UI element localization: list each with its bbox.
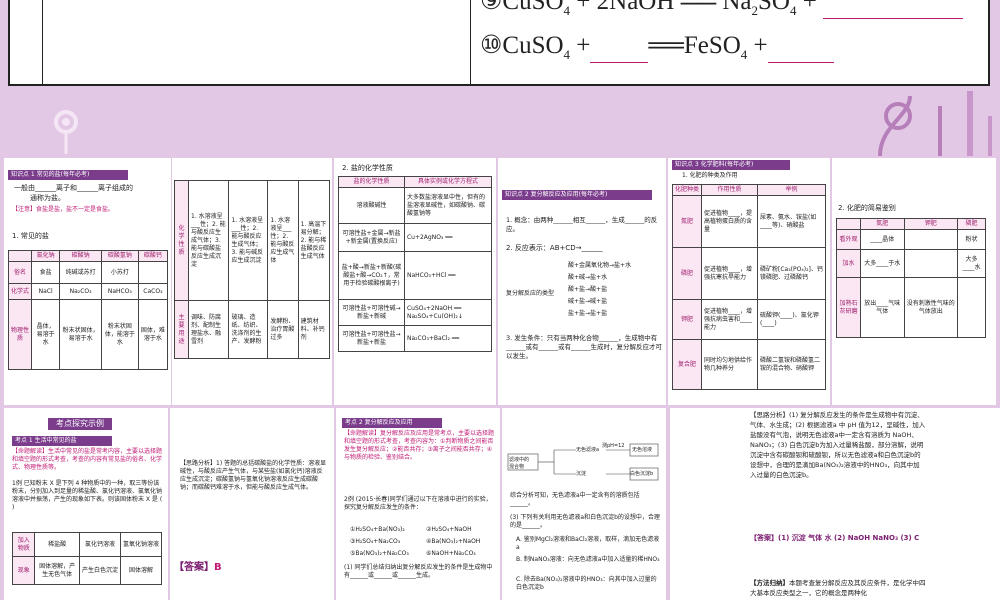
analysis-text: 【思路分析】(1) 复分解反应发生的条件是生成物中有沉淀、气体、水生成；(2) … — [750, 411, 926, 479]
table-title: 1. 化肥的种类及作用 — [682, 172, 738, 179]
slide-fertilizer-identification[interactable]: 2. 化肥的简易鉴别 氮肥 钾肥 磷肥 看外观 ____晶体 粉状 加水 大多____于水… — [832, 158, 996, 405]
types-label: 复分解反应的类型 — [506, 290, 555, 297]
reaction-item: ①H₂SO₄+Ba(NO₃)₂ — [350, 526, 405, 533]
definition-text: 一般由______离子和______离子组成的 — [14, 184, 133, 192]
identification-table: 氮肥 钾肥 磷肥 看外观 ____晶体 粉状 加水 大多____于水 大多____水 加熟石… — [836, 218, 986, 338]
example-table: 加入物质 稀盐酸 氯化钙溶液 氢氧化钠溶液 现象 固体溶解，产生无色气体 产生白色沉淀 固体… — [11, 532, 163, 585]
type-item: 盐+盐→盐+盐 — [568, 310, 608, 317]
reaction-item: ⑥NaOH+Na₂CO₃ — [426, 550, 476, 557]
table-title: 2. 化肥的简易鉴别 — [838, 204, 896, 212]
flow-node: 沉淀 — [576, 471, 587, 477]
table-title: 2. 盐的化学性质 — [342, 164, 393, 172]
slide-exam-example-2[interactable]: 考点 2 复分解反应及应用 【命题解读】复分解反应及应用是常考点，主要以选择题和… — [336, 408, 500, 600]
slide-analysis-2[interactable]: 【思路分析】(1) 复分解反应发生的条件是生成物中有沉淀、气体、水生成；(2) … — [670, 408, 1000, 600]
equation-9: ⑨CuSO4 + 2NaOH ══ Na2SO4 + — [480, 0, 964, 19]
flow-node: 无色滤液a — [576, 447, 600, 453]
banner-title: 考点探究示例 — [48, 418, 112, 430]
slide-salt-chemistry[interactable]: 2. 盐的化学性质 盐的化学性质 具体实例或化学方程式 溶液酸碱性 大多数盐溶液显中… — [334, 158, 496, 405]
condition-text: 3. 发生条件：只有当两种化合物______，生成物中有______或有____… — [506, 334, 662, 360]
decorative-flower-icon — [54, 110, 78, 154]
table-divider — [470, 0, 471, 86]
slide-exam-example-1[interactable]: 考点探究示例 考点 1 生活中常见的盐 【命题解读】生活中常见的盐是常考内容，主… — [4, 408, 168, 600]
salt-chemistry-table: 盐的化学性质 具体实例或化学方程式 溶液酸碱性 大多数盐溶液显中性，但有的盐溶液显碱… — [338, 176, 493, 352]
type-item: 酸+金属氧化物→盐+水 — [568, 262, 632, 269]
option-b: B. 制NaNO₃溶液：向无色滤液a中加入适量的稀HNO₃ — [516, 556, 660, 563]
decorative-vine-icon — [878, 91, 992, 156]
example-question: 2例 (2015·长春)同学们通过以下在溶液中进行的实验，探究复分解反应发生的条… — [344, 496, 492, 511]
answer-blank[interactable] — [590, 39, 649, 63]
question-text: (3) 下列有关利用无色滤液a和白色沉淀b的设想中，合理的是______。 — [510, 514, 660, 529]
type-item: 碱+盐→碱+盐 — [568, 298, 608, 305]
answer-blank[interactable] — [767, 39, 834, 63]
section-title: 知识点 3 化学肥料(每年必考) — [672, 160, 790, 170]
slide-common-salts[interactable]: 知识点 1 常见的盐(每年必考) 一般由______离子和______离子组成的… — [4, 158, 171, 405]
answer: 【答案】(1) 沉淀 气体 水 (2) NaOH NaNO₃ (3) C — [750, 534, 920, 542]
hint-text: 【命题解读】生活中常见的盐是常考内容，主要以选择题和填空题的形式考查，考查的内容… — [12, 448, 163, 471]
table-divider — [42, 0, 43, 86]
example-question: 1例 已知粉末 X 是下列 4 种物质中的一种，取三等份该粉末，分别加入到足量的… — [12, 480, 163, 511]
answer: 【答案】B — [174, 562, 222, 573]
slide-flowchart-question[interactable]: 滤液中的 混合物 无色滤液a 沉淀 测pH=12 无色溶液 白色沉淀b 综合分析… — [502, 408, 666, 600]
type-item: 酸+碱→盐+水 — [568, 274, 608, 281]
flow-label: 测pH=12 — [602, 443, 625, 449]
hint-text: 【命题解读】复分解反应及应用是常考点，主要以选择题和填空题的形式考查，考查内容为… — [344, 430, 495, 461]
answer-blank[interactable] — [823, 0, 964, 19]
reaction-item: ③H₂SO₄+Na₂CO₃ — [350, 538, 401, 545]
method-summary: 【方法归纳】本题考查复分解反应及其反应条件，是化学中四大基本反应类型之一，它的概… — [750, 579, 926, 597]
flow-node: 白色沉淀b — [630, 471, 654, 477]
top-equation-card: ⑨CuSO4 + 2NaOH ══ Na2SO4 + ⑩CuSO4 + ══FeS… — [8, 0, 990, 86]
question-text: 综合分析可知，无色滤液a中一定含有的溶质包括______。 — [510, 492, 640, 507]
reaction-item: ⑤Ba(NO₃)₂+Na₂CO₃ — [350, 550, 409, 557]
option-c: C. 除去Ba(NO₃)₂溶液中的HNO₃：向其中加入过量的白色沉淀b — [516, 576, 657, 591]
definition-text: 通称为盐。 — [30, 194, 65, 202]
fertilizer-table: 化肥种类 作用性质 举例 氮肥 促进植物____，提高植物蛋白质的含量 尿素、氨水、铵盐… — [671, 184, 826, 390]
slide-fertilizers[interactable]: 知识点 3 化学肥料(每年必考) 1. 化肥的种类及作用 化肥种类 作用性质 举例 … — [668, 158, 830, 405]
type-item: 酸+盐→酸+盐 — [568, 286, 608, 293]
definition-text: 1. 概念：由两种______相互______，生成______的反应。 — [506, 216, 658, 233]
section-title: 考点 1 生活中常见的盐 — [12, 436, 112, 446]
reaction-item: ②H₂SO₄+NaOH — [426, 526, 472, 533]
slide-analysis-1[interactable]: 【思路分析】1) 答题的总括碳酸盐的化学性质：溶液显碱性，与酸反应产生气体，与某… — [170, 408, 334, 600]
salts-table: 氯化钠 碳酸钠 碳酸氢钠 碳酸钙 俗名 食盐 纯碱或苏打 小苏打 化学式 NaCl Na₂CO₃… — [7, 250, 169, 370]
flow-node: 无色溶液 — [632, 447, 653, 453]
reaction-item: ④Ba(NO₃)₂+NaOH — [426, 538, 481, 545]
expression-text: 2. 反应表示：AB+CD→______ — [506, 244, 603, 252]
question-text: (1) 同学们总结归纳出复分解反应发生的条件是生成物中有______或_____… — [344, 564, 493, 579]
equation-10: ⑩CuSO4 + ══FeSO4 + — [480, 30, 834, 63]
note-text: 【注意】食盐是盐，盐不一定是食盐。 — [12, 206, 115, 213]
section-title: 知识点 1 常见的盐(每年必考) — [8, 170, 128, 180]
properties-table: 化学性质 1. 水溶液呈___性；2. 能与酸反应生成气体；3. 能与碳酸盐反应… — [174, 180, 331, 359]
section-title: 知识点 2 复分解反应及应用(每年必考) — [502, 190, 652, 200]
option-a: A. 鉴别MgCl₂溶液和BaCl₂溶液，取样，滴加无色滤液a — [516, 536, 660, 551]
analysis-text: 【思路分析】1) 答题的总括碳酸盐的化学性质：溶液显碱性，与酸反应产生气体，与某… — [180, 460, 327, 491]
table-title: 1. 常见的盐 — [12, 232, 49, 240]
slide-salt-properties[interactable]: 化学性质 1. 水溶液呈___性；2. 能与酸反应生成气体；3. 能与碳酸盐反应… — [172, 158, 332, 405]
flow-node: 混合物 — [509, 464, 525, 470]
section-title: 考点 2 复分解反应及应用 — [342, 418, 442, 428]
slide-double-displacement[interactable]: 知识点 2 复分解反应及应用(每年必考) 1. 概念：由两种______相互__… — [498, 158, 666, 405]
